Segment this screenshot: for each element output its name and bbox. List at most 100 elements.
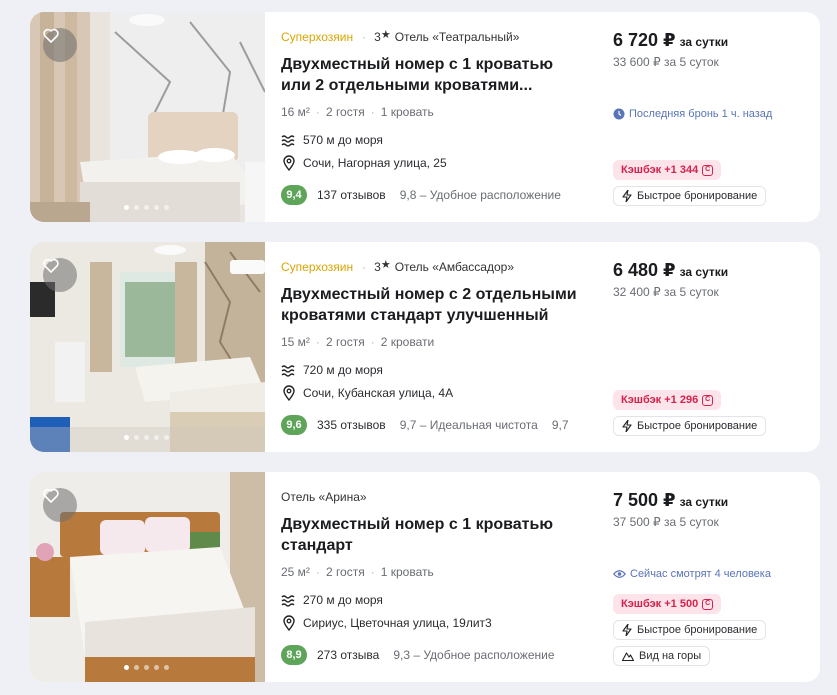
listing-card[interactable]: Суперхозяин · 3★ Отель «Театральный» Дву… <box>30 12 820 222</box>
room-title-line: или 2 отдельными кроватями... <box>281 77 533 94</box>
rating-highlight: 9,7 – Идеальная чистота <box>399 418 538 432</box>
reviews-count[interactable]: 137 отзывов <box>317 188 386 202</box>
separator: · <box>362 30 367 44</box>
room-title[interactable]: Двухместный номер с 1 кроватью или 2 отд… <box>281 54 601 96</box>
room-specs: 25 м² · 2 гостя · 1 кровать <box>281 565 434 579</box>
reviews-count[interactable]: 273 отзыва <box>317 648 379 662</box>
price: 7 500 ₽ за сутки <box>613 490 728 511</box>
star-icon: ★ <box>380 29 391 41</box>
room-beds: 2 кровати <box>380 335 435 349</box>
room-area: 25 м² <box>281 565 310 579</box>
star-count: 3 <box>374 30 381 44</box>
cashback-icon: С <box>702 164 714 176</box>
address-text: Сочи, Кубанская улица, 4А <box>303 386 454 400</box>
price-column: 6 720 ₽ за сутки 33 600 ₽ за 5 суток Посл… <box>613 12 820 222</box>
address-text: Сочи, Нагорная улица, 25 <box>303 156 447 170</box>
listing-card[interactable]: Отель «Арина» Двухместный номер с 1 кров… <box>30 472 820 682</box>
pagination-dot[interactable] <box>154 205 159 210</box>
address[interactable]: Сириус, Цветочная улица, 19лит3 <box>281 615 492 631</box>
address[interactable]: Сочи, Кубанская улица, 4А <box>281 385 453 401</box>
cashback-text: Кэшбэк +1 500 <box>621 598 699 610</box>
pagination-dot[interactable] <box>134 205 139 210</box>
price-column: 6 480 ₽ за сутки 32 400 ₽ за 5 суток Кэшб… <box>613 242 820 452</box>
cashback-badge[interactable]: Кэшбэк +1 500 С <box>613 594 722 614</box>
rating-badge: 8,9 <box>281 645 307 665</box>
pagination-dot[interactable] <box>164 205 169 210</box>
listing-card[interactable]: Суперхозяин · 3★ Отель «Амбассадор» Двух… <box>30 242 820 452</box>
lightning-icon <box>622 420 632 432</box>
hotel-name[interactable]: Отель «Театральный» <box>395 30 520 44</box>
rating-row[interactable]: 9,6 335 отзывов 9,7 – Идеальная чистота … <box>281 415 569 435</box>
photo-pagination <box>124 205 169 210</box>
favorite-button[interactable] <box>43 488 77 522</box>
listing-photo[interactable] <box>30 12 265 222</box>
price-period: за сутки <box>679 495 729 509</box>
pagination-dot[interactable] <box>134 435 139 440</box>
listing-photo[interactable] <box>30 472 265 682</box>
pagination-dot[interactable] <box>124 435 129 440</box>
waves-icon <box>281 365 295 377</box>
mountain-icon <box>622 652 634 661</box>
pagination-dot[interactable] <box>154 665 159 670</box>
listing-photo[interactable] <box>30 242 265 452</box>
listing-info: Суперхозяин · 3★ Отель «Театральный» Дву… <box>281 12 603 222</box>
rating-highlight: 9,3 – Удобное расположение <box>393 648 555 662</box>
hotel-line: Суперхозяин · 3★ Отель «Амбассадор» <box>281 259 514 274</box>
price: 6 720 ₽ за сутки <box>613 30 728 51</box>
cashback-badge[interactable]: Кэшбэк +1 296 С <box>613 390 722 410</box>
price-period: за сутки <box>679 35 729 49</box>
hotel-stars: 3★ <box>374 29 391 44</box>
waves-icon <box>281 595 295 607</box>
pagination-dot[interactable] <box>144 435 149 440</box>
cashback-text: Кэшбэк +1 296 <box>621 394 699 406</box>
sea-distance: 720 м до моря <box>281 363 383 377</box>
chip-label: Вид на горы <box>639 650 702 662</box>
favorite-button[interactable] <box>43 258 77 292</box>
rating-row[interactable]: 9,4 137 отзывов 9,8 – Удобное расположен… <box>281 185 561 205</box>
instant-booking-chip[interactable]: Быстрое бронирование <box>613 186 767 206</box>
pagination-dot[interactable] <box>144 665 149 670</box>
separator: · <box>362 260 367 274</box>
room-area: 16 м² <box>281 105 310 119</box>
sea-distance: 270 м до моря <box>281 593 383 607</box>
room-area: 15 м² <box>281 335 310 349</box>
room-title[interactable]: Двухместный номер с 1 кроватью стандарт <box>281 514 601 556</box>
waves-icon <box>281 135 295 147</box>
address[interactable]: Сочи, Нагорная улица, 25 <box>281 155 447 171</box>
address-text: Сириус, Цветочная улица, 19лит3 <box>303 616 492 630</box>
pagination-dot[interactable] <box>124 205 129 210</box>
sea-distance: 570 м до моря <box>281 133 383 147</box>
room-title[interactable]: Двухместный номер с 2 отдельными кроватя… <box>281 284 601 326</box>
cashback-badge[interactable]: Кэшбэк +1 344 С <box>613 160 722 180</box>
cashback-icon: С <box>702 598 714 610</box>
total-price: 32 400 ₽ за 5 суток <box>613 285 719 299</box>
cashback-text: Кэшбэк +1 344 <box>621 164 699 176</box>
price-value: 6 720 ₽ <box>613 30 676 50</box>
pagination-dot[interactable] <box>164 435 169 440</box>
pagination-dot[interactable] <box>164 665 169 670</box>
room-specs: 15 м² · 2 гостя · 2 кровати <box>281 335 435 349</box>
room-guests: 2 гостя <box>325 335 365 349</box>
rating-row[interactable]: 8,9 273 отзыва 9,3 – Удобное расположени… <box>281 645 555 665</box>
pagination-dot[interactable] <box>144 205 149 210</box>
chip-label: Быстрое бронирование <box>637 624 758 636</box>
hotel-name[interactable]: Отель «Арина» <box>281 490 367 504</box>
pagination-dot[interactable] <box>154 435 159 440</box>
hotel-name[interactable]: Отель «Амбассадор» <box>395 260 514 274</box>
room-beds: 1 кровать <box>380 565 434 579</box>
clock-icon <box>613 108 625 120</box>
pin-icon <box>283 615 295 631</box>
viewers-status: Сейчас смотрят 4 человека <box>613 568 771 580</box>
price-value: 7 500 ₽ <box>613 490 676 510</box>
pagination-dot[interactable] <box>124 665 129 670</box>
favorite-button[interactable] <box>43 28 77 62</box>
pin-icon <box>283 155 295 171</box>
mountain-view-chip[interactable]: Вид на горы <box>613 646 711 666</box>
instant-booking-chip[interactable]: Быстрое бронирование <box>613 620 767 640</box>
total-price: 33 600 ₽ за 5 суток <box>613 55 719 69</box>
instant-booking-chip[interactable]: Быстрое бронирование <box>613 416 767 436</box>
listing-info: Отель «Арина» Двухместный номер с 1 кров… <box>281 472 603 682</box>
reviews-count[interactable]: 335 отзывов <box>317 418 386 432</box>
pagination-dot[interactable] <box>134 665 139 670</box>
hotel-line: Отель «Арина» <box>281 490 367 504</box>
